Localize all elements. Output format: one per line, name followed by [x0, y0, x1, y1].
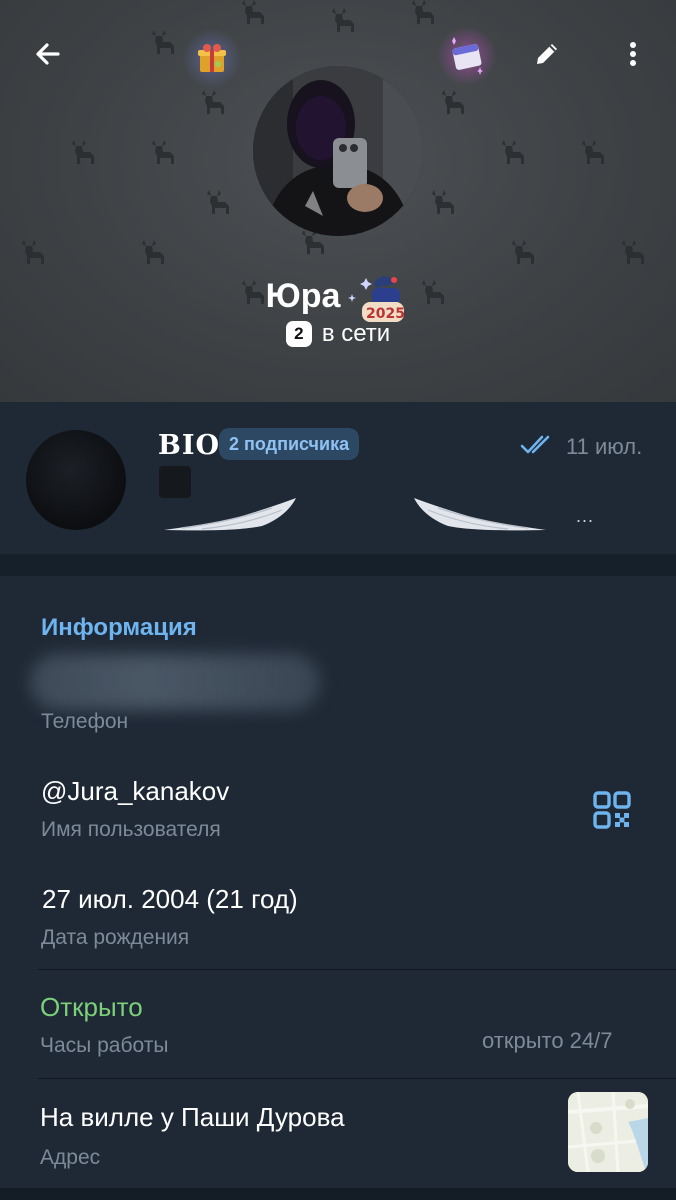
arrow-left-icon	[36, 43, 60, 65]
business-hours-detail: открыто 24/7	[482, 1028, 613, 1053]
profile-name-text: Юра	[265, 276, 341, 315]
birthday-label: Дата рождения	[41, 926, 190, 949]
avatar-photo	[253, 66, 423, 236]
address-label: Адрес	[40, 1146, 101, 1169]
online-status: 2 в сети	[0, 320, 676, 348]
username-label: Имя пользователя	[41, 818, 221, 841]
business-hours-label: Часы работы	[40, 1034, 169, 1057]
section-divider	[0, 554, 676, 576]
business-hours-status[interactable]: Открыто	[40, 992, 143, 1023]
birthday-value[interactable]: 27 июл. 2004 (21 год)	[42, 884, 298, 915]
channel-subscribers-badge: 2 подписчика	[219, 428, 360, 460]
profile-name: Юра 2025	[0, 268, 676, 324]
gift-box-icon	[198, 44, 226, 72]
channel-title: BIO	[158, 430, 220, 461]
back-button[interactable]	[24, 30, 72, 78]
edit-button[interactable]	[523, 30, 571, 78]
channel-post-date: 11 июл.	[566, 434, 643, 459]
profile-header: Юра 2025 2 в сети	[0, 0, 676, 402]
personal-channel-card[interactable]: BIO 2 подписчика 11 июл. ...	[0, 402, 676, 554]
divider	[38, 1078, 676, 1079]
wing-right-icon	[414, 498, 546, 531]
profile-avatar[interactable]	[253, 66, 423, 236]
pencil-icon	[537, 44, 557, 64]
channel-preview-sticker	[159, 466, 191, 498]
wing-left-icon	[164, 498, 296, 531]
qr-code-icon[interactable]	[592, 790, 632, 830]
more-menu-button[interactable]	[609, 30, 657, 78]
address-map-thumbnail[interactable]	[568, 1092, 648, 1172]
phone-label: Телефон	[41, 710, 129, 733]
online-count-badge: 2	[285, 321, 312, 347]
bottom-edge	[0, 1188, 676, 1200]
username-value[interactable]: @Jura_kanakov	[41, 776, 229, 807]
map-icon	[568, 1092, 648, 1172]
channel-preview-ellipsis: ...	[576, 506, 595, 526]
double-check-icon	[520, 435, 550, 454]
channel-avatar	[26, 430, 126, 530]
calendar-gift-icon[interactable]	[437, 26, 497, 86]
address-value[interactable]: На вилле у Паши Дурова	[40, 1102, 345, 1133]
gift-icon[interactable]	[182, 28, 242, 88]
calendar-icon	[452, 37, 483, 75]
info-heading: Информация	[41, 614, 197, 641]
phone-value-blurred[interactable]	[30, 654, 320, 710]
more-vertical-icon	[630, 42, 636, 66]
online-status-text: в сети	[321, 320, 391, 347]
divider	[38, 969, 676, 970]
info-section: Информация Телефон @Jura_kanakov Имя пол…	[0, 576, 676, 1188]
